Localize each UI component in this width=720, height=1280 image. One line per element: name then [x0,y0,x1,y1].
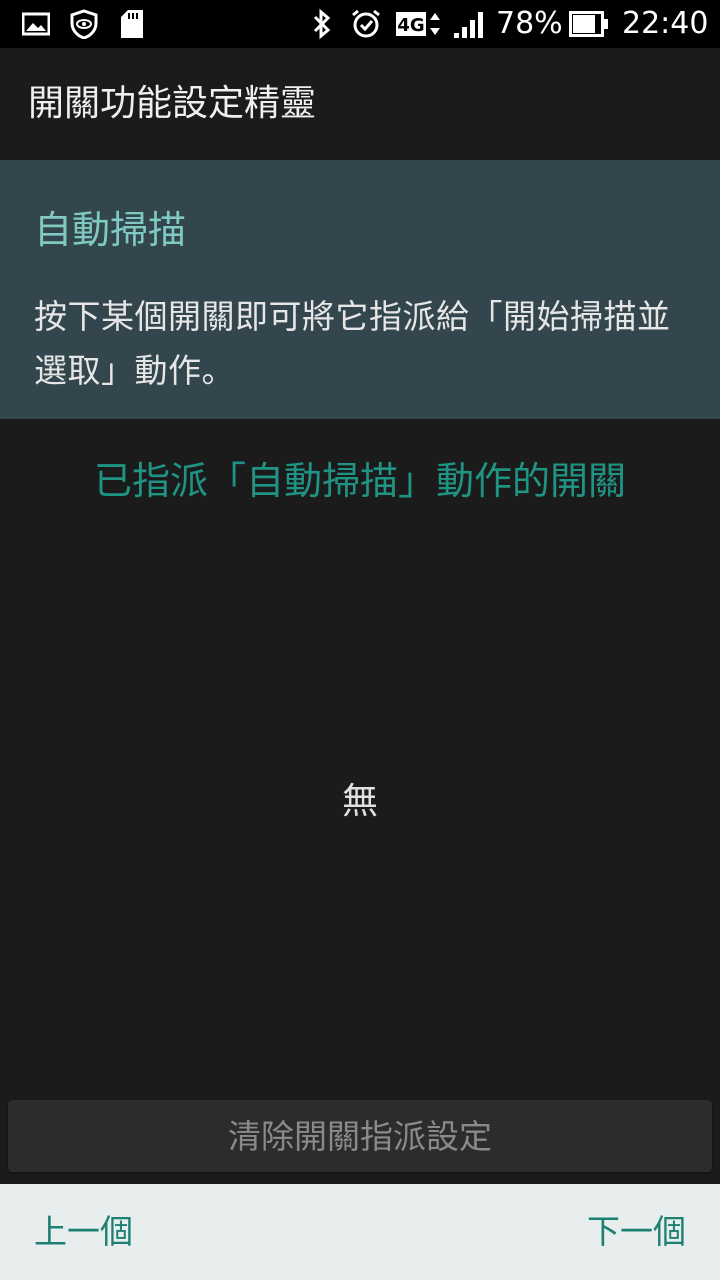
clear-assignment-button[interactable]: 清除開關指派設定 [8,1100,712,1172]
next-button[interactable]: 下一個 [587,1210,686,1254]
page-title: 開關功能設定精靈 [28,83,317,124]
screen: 4G 78% 22:40 開關功能設定精靈 自動掃描 按下某個開關即可將它指派給… [0,0,720,1280]
battery-icon [568,8,610,40]
info-description: 按下某個開關即可將它指派給「開始掃描並選取」動作。 [34,297,671,390]
alarm-icon [350,8,382,40]
previous-button[interactable]: 上一個 [34,1210,133,1254]
network-4g-icon: 4G [396,8,442,40]
bottom-nav-bar: 上一個 下一個 [0,1184,720,1280]
clock: 22:40 [622,6,709,41]
svg-text:4G: 4G [397,15,424,36]
section-heading: 已指派「自動掃描」動作的開關 [93,459,626,503]
info-panel: 自動掃描 按下某個開關即可將它指派給「開始掃描並選取」動作。 [0,160,720,419]
shield-eye-icon [68,8,100,40]
app-bar: 開關功能設定精靈 [0,48,720,160]
signal-icon [452,8,488,40]
sd-card-icon [116,8,148,40]
empty-state-text: 無 [341,781,378,822]
status-bar: 4G 78% 22:40 [0,0,720,48]
bluetooth-icon [306,8,338,40]
info-title: 自動掃描 [34,208,187,252]
battery-percent: 78% [496,6,563,41]
image-icon [20,8,52,40]
